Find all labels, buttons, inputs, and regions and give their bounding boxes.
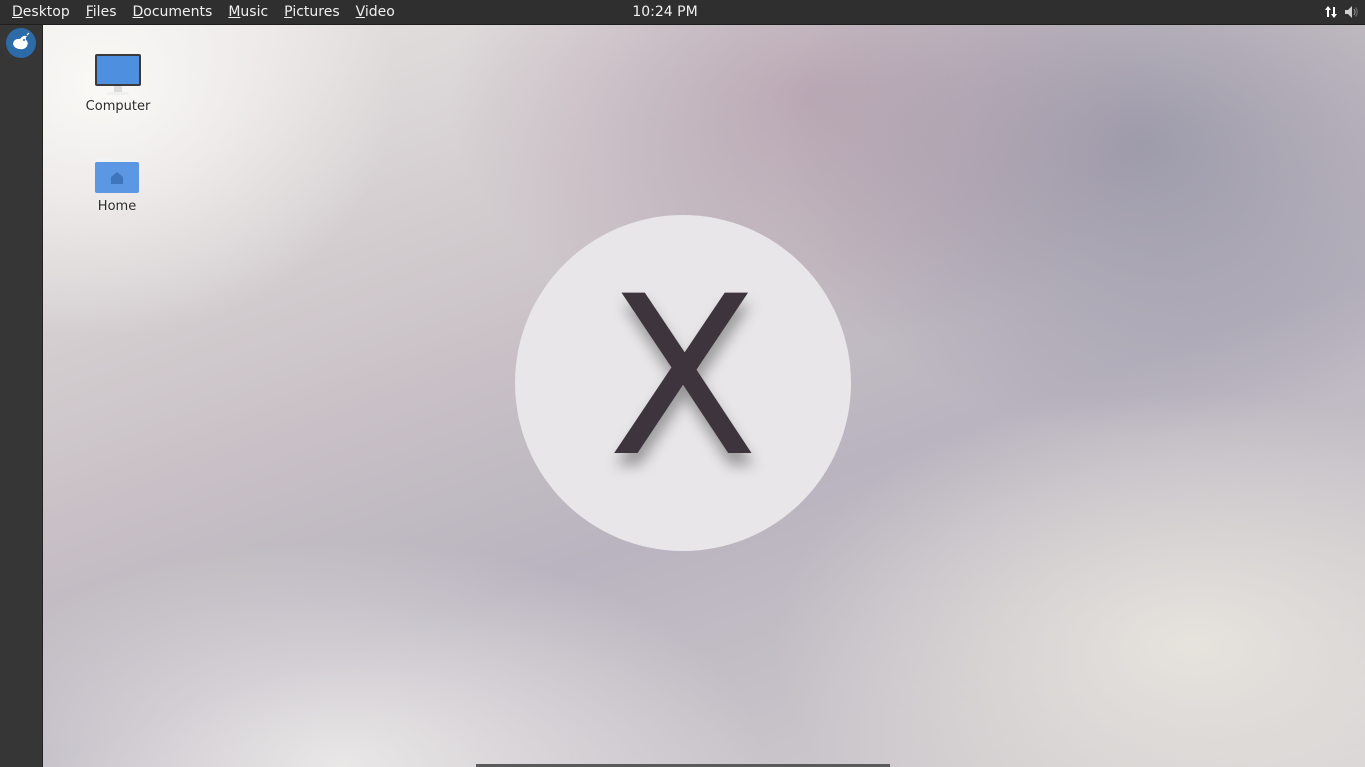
- desktop-icon-label: Home: [97, 199, 137, 214]
- menu-music[interactable]: Music: [220, 0, 276, 24]
- system-tray: [1323, 0, 1359, 24]
- wallpaper-logo-circle: X: [515, 215, 851, 551]
- computer-icon: [93, 51, 143, 97]
- app-launcher-button[interactable]: [6, 28, 36, 58]
- desktop-icon-computer[interactable]: Computer: [73, 51, 163, 114]
- wallpaper-logo-letter: X: [607, 249, 759, 505]
- top-panel: Desktop Files Documents Music Pictures V…: [0, 0, 1365, 25]
- screen: Desktop Files Documents Music Pictures V…: [0, 0, 1365, 767]
- app-launcher-icon: [13, 32, 30, 50]
- network-transfer-icon[interactable]: [1323, 4, 1339, 20]
- menu-desktop[interactable]: Desktop: [4, 0, 78, 24]
- places-menu-bar: Desktop Files Documents Music Pictures V…: [4, 0, 403, 24]
- volume-icon[interactable]: [1343, 4, 1359, 20]
- desktop-icon-label: Computer: [85, 99, 151, 114]
- menu-video[interactable]: Video: [348, 0, 403, 24]
- menu-files[interactable]: Files: [78, 0, 125, 24]
- menu-documents[interactable]: Documents: [124, 0, 220, 24]
- desktop-icon-home[interactable]: Home: [72, 151, 162, 214]
- menu-pictures[interactable]: Pictures: [276, 0, 347, 24]
- panel-clock[interactable]: 10:24 PM: [600, 0, 730, 24]
- left-dock: [0, 25, 43, 767]
- home-folder-icon: [92, 151, 142, 197]
- desktop-area: Computer Home X: [43, 25, 1365, 767]
